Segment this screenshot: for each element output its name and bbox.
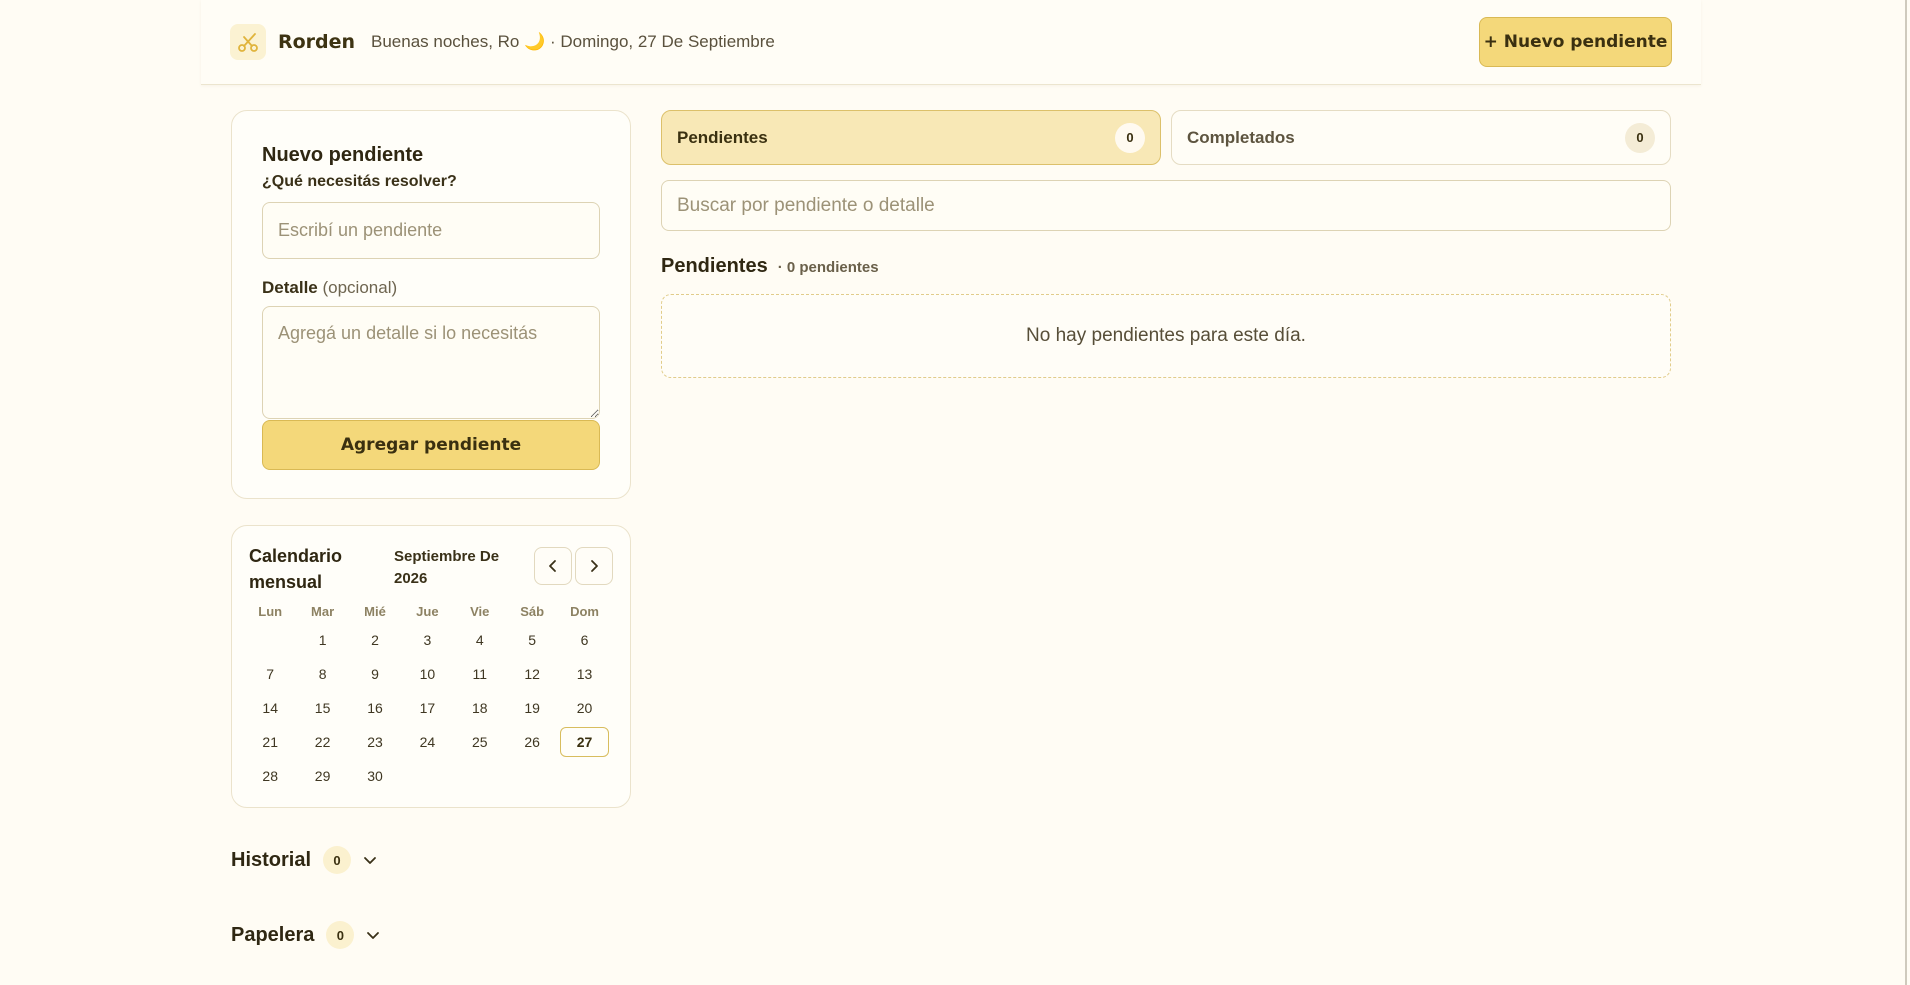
chevron-right-icon	[591, 560, 598, 572]
calendar-day[interactable]: 11	[454, 657, 506, 691]
detail-label-text: Detalle	[262, 278, 318, 297]
calendar-day[interactable]: 16	[349, 691, 401, 725]
calendar-grid: Lun Mar Mié Jue Vie Sáb Dom 1 2 3 4 5 6 7 8 9 10 11 12 13 14…	[244, 601, 611, 793]
add-task-button[interactable]: Agregar pendiente	[262, 420, 600, 470]
chevron-down-icon[interactable]	[364, 926, 382, 944]
calendar-day[interactable]: 17	[401, 691, 453, 725]
calendar-day[interactable]: 29	[296, 759, 348, 793]
new-task-button[interactable]: + Nuevo pendiente	[1479, 17, 1672, 67]
list-header: Pendientes · 0 pendientes	[661, 255, 879, 278]
tab-completed-label: Completados	[1187, 127, 1295, 147]
history-section[interactable]: Historial 0	[231, 846, 379, 874]
tab-pending[interactable]: Pendientes 0	[661, 110, 1161, 165]
history-title: Historial	[231, 848, 312, 871]
calendar-day[interactable]: 26	[506, 725, 558, 759]
task-input[interactable]	[262, 202, 600, 259]
calendar-day[interactable]: 28	[244, 759, 296, 793]
calendar-day[interactable]: 18	[454, 691, 506, 725]
new-task-card: Nuevo pendiente ¿Qué necesitás resolver?…	[231, 110, 631, 499]
trash-section[interactable]: Papelera 0	[231, 921, 382, 949]
tab-pending-count: 0	[1115, 122, 1145, 153]
top-bar: Rorden Buenas noches, Ro 🌙 · Domingo, 27…	[201, 0, 1701, 85]
detail-label: Detalle (opcional)	[262, 278, 397, 298]
calendar-day[interactable]: 30	[349, 759, 401, 793]
weekday-header: Vie	[470, 604, 490, 619]
trash-count-badge: 0	[326, 921, 355, 949]
trash-title: Papelera	[231, 923, 315, 946]
calendar-day[interactable]: 25	[454, 725, 506, 759]
tab-completed[interactable]: Completados 0	[1171, 110, 1671, 165]
calendar-day[interactable]: 14	[244, 691, 296, 725]
chevron-down-icon[interactable]	[361, 851, 379, 869]
detail-textarea[interactable]	[262, 306, 600, 419]
calendar-day[interactable]: 9	[349, 657, 401, 691]
weekday-header: Sáb	[520, 604, 545, 619]
calendar-day[interactable]: 24	[401, 725, 453, 759]
calendar-day[interactable]: 20	[558, 691, 610, 725]
form-question-label: ¿Qué necesitás resolver?	[262, 173, 457, 190]
calendar-day[interactable]: 12	[506, 657, 558, 691]
search-input[interactable]	[661, 180, 1671, 231]
calendar-title: Calendario mensual	[249, 546, 343, 592]
calendar-day[interactable]: 8	[296, 657, 348, 691]
calendar-day[interactable]: 1	[296, 623, 348, 657]
calendar-day[interactable]: 7	[244, 657, 296, 691]
weekday-header: Jue	[416, 604, 439, 619]
weekday-header: Lun	[258, 604, 283, 619]
scissors-icon	[230, 24, 266, 60]
calendar-card: Calendario mensual Septiembre De 2026 Lu…	[231, 525, 631, 808]
weekday-header: Mié	[364, 604, 386, 619]
calendar-prev-button[interactable]	[534, 547, 572, 585]
calendar-next-button[interactable]	[575, 547, 613, 585]
calendar-day[interactable]: 10	[401, 657, 453, 691]
form-title: Nuevo pendiente	[262, 144, 424, 166]
calendar-month: Septiembre De 2026	[394, 548, 500, 587]
calendar-day-selected[interactable]: 27	[558, 725, 610, 759]
calendar-day[interactable]: 4	[454, 623, 506, 657]
calendar-day[interactable]: 19	[506, 691, 558, 725]
list-title: Pendientes	[661, 255, 768, 277]
calendar-day[interactable]: 3	[401, 623, 453, 657]
detail-optional-text: (opcional)	[322, 278, 398, 297]
calendar-day[interactable]: 21	[244, 725, 296, 759]
calendar-day[interactable]: 13	[558, 657, 610, 691]
calendar-day[interactable]: 23	[349, 725, 401, 759]
empty-state: No hay pendientes para este día.	[661, 294, 1671, 378]
tab-pending-label: Pendientes	[677, 127, 768, 147]
calendar-empty-cell	[244, 623, 296, 657]
list-count: · 0 pendientes	[777, 259, 879, 276]
calendar-day[interactable]: 6	[558, 623, 610, 657]
calendar-day[interactable]: 22	[296, 725, 348, 759]
chevron-left-icon	[549, 560, 556, 572]
weekday-header: Mar	[311, 604, 335, 619]
history-count-badge: 0	[323, 846, 352, 874]
scrollbar[interactable]	[1905, 0, 1907, 985]
calendar-day[interactable]: 5	[506, 623, 558, 657]
greeting-text: Buenas noches, Ro 🌙 · Domingo, 27 De Sep…	[371, 32, 775, 51]
calendar-day[interactable]: 15	[296, 691, 348, 725]
brand-name: Rorden	[278, 31, 356, 53]
tab-completed-count: 0	[1625, 122, 1655, 153]
calendar-day[interactable]: 2	[349, 623, 401, 657]
weekday-header: Dom	[570, 604, 599, 619]
